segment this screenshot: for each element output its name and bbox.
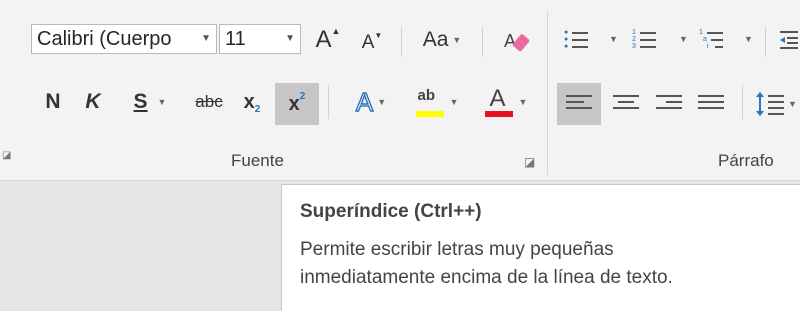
chevron-down-icon: ▼ [377, 97, 387, 107]
highlight-color-bar [415, 111, 444, 117]
grow-font-icon: A [315, 26, 332, 53]
superscript-tooltip: Superíndice (Ctrl++) Permite escribir le… [281, 184, 800, 311]
multilevel-list-icon: 1 a i [699, 29, 723, 50]
chevron-down-icon: ▼ [452, 35, 462, 45]
subscript-label: x [243, 90, 255, 113]
align-right-button[interactable] [649, 83, 689, 125]
line-spacing-icon [756, 92, 784, 116]
clipboard-launcher-fragment: ◪ [2, 150, 12, 161]
shrink-font-icon: A [361, 32, 375, 53]
separator [482, 27, 483, 57]
paragraph-group-label: Párrafo [718, 151, 774, 170]
subscript-button[interactable]: x2 [235, 85, 269, 119]
strikethrough-button[interactable]: abc [188, 85, 230, 119]
bold-button[interactable]: N [38, 85, 68, 119]
strikethrough-label: abc [195, 92, 223, 111]
grow-font-button[interactable]: A ▲ [313, 26, 343, 54]
chevron-down-icon: ▼ [518, 97, 528, 107]
justify-button[interactable] [691, 83, 731, 125]
text-effects-button[interactable]: A ▼ [343, 85, 399, 119]
bold-label: N [45, 90, 61, 113]
tooltip-line-1: Permite escribir letras muy pequeñas [300, 239, 614, 260]
chevron-down-icon: ▼ [744, 34, 753, 44]
chevron-down-icon[interactable]: ▼ [285, 25, 295, 53]
group-separator [547, 10, 548, 175]
chevron-down-icon: ▼ [157, 97, 167, 107]
chevron-down-icon[interactable]: ▼ [201, 25, 211, 53]
decrease-indent-button[interactable] [778, 26, 800, 54]
tooltip-description: Permite escribir letras muy pequeñas inm… [300, 236, 673, 292]
align-left-button[interactable] [557, 83, 601, 125]
svg-text:A: A [504, 31, 516, 51]
font-color-button[interactable]: A ▼ [475, 83, 535, 121]
multilevel-list-button[interactable]: 1 a i ▼ [695, 26, 757, 54]
underline-button[interactable]: S ▼ [120, 85, 180, 119]
line-spacing-button[interactable]: ▼ [754, 83, 800, 125]
italic-button[interactable]: K [78, 85, 108, 119]
tooltip-line-2: inmediatamente encima de la línea de tex… [300, 267, 673, 288]
font-size-value: 11 [225, 28, 246, 50]
bullets-button[interactable]: ● ● ● ▼ [560, 26, 620, 54]
justify-icon [698, 95, 724, 115]
highlight-button[interactable]: ab ▼ [405, 83, 467, 121]
ribbon-border [0, 180, 800, 181]
text-effects-icon: A [355, 86, 374, 117]
italic-label: K [85, 90, 101, 113]
superscript-label: x [288, 92, 300, 115]
font-name-combo[interactable]: Calibri (Cuerpo ▼ [31, 24, 217, 54]
chevron-down-icon: ▼ [679, 34, 688, 44]
font-name-value: Calibri (Cuerpo [37, 28, 172, 50]
highlight-label: ab [417, 87, 436, 104]
decrease-indent-icon [780, 31, 798, 49]
underline-label: S [133, 90, 148, 113]
separator [328, 85, 329, 119]
separator [401, 27, 402, 57]
clear-formatting-icon: A [504, 31, 530, 52]
center-icon [613, 95, 639, 115]
align-left-icon [566, 95, 592, 115]
font-color-bar [484, 111, 513, 117]
center-button[interactable] [606, 83, 646, 125]
tooltip-title: Superíndice (Ctrl++) [300, 201, 482, 222]
shrink-font-button[interactable]: A ▼ [358, 30, 386, 56]
separator [742, 85, 743, 119]
change-case-label: Aa [422, 28, 449, 51]
numbering-button[interactable]: 1 2 3 ▼ [628, 26, 690, 54]
subscript-mark: 2 [254, 103, 261, 115]
chevron-down-icon: ▼ [449, 97, 459, 107]
superscript-button[interactable]: x2 [275, 83, 319, 125]
font-color-icon: A [483, 85, 515, 118]
chevron-down-icon: ▼ [609, 34, 618, 44]
superscript-mark: 2 [299, 90, 306, 102]
numbering-icon: 1 2 3 [632, 29, 656, 50]
change-case-button[interactable]: Aa ▼ [413, 26, 471, 54]
chevron-down-icon: ▼ [788, 99, 797, 109]
highlight-icon: ab [414, 86, 446, 118]
font-size-combo[interactable]: 11 ▼ [219, 24, 301, 54]
bullets-icon: ● ● ● [564, 29, 588, 50]
clear-formatting-button[interactable]: A [497, 25, 537, 57]
align-right-icon [656, 95, 682, 115]
font-group-label: Fuente [231, 151, 284, 170]
separator [765, 27, 766, 57]
dialog-launcher-icon[interactable]: ◪ [524, 155, 535, 169]
font-color-label: A [489, 85, 506, 112]
